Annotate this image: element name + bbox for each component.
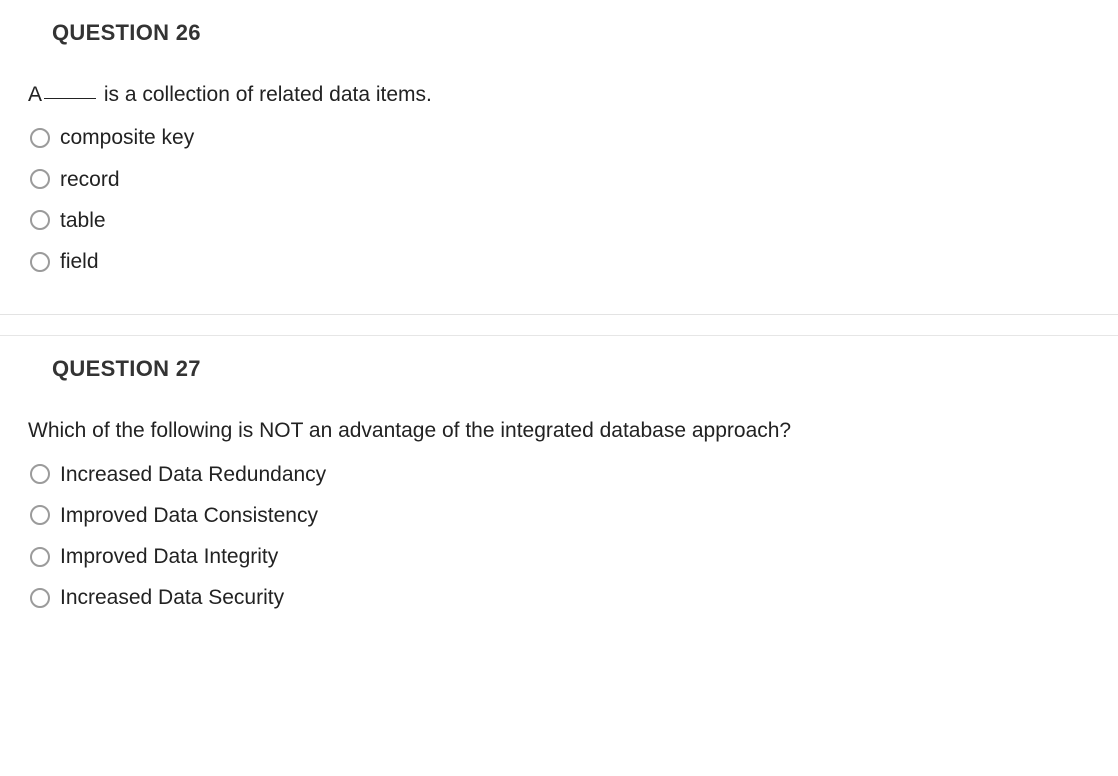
options-list: composite key record table field bbox=[30, 125, 1090, 274]
option-row[interactable]: field bbox=[30, 249, 1090, 274]
radio-icon[interactable] bbox=[30, 464, 50, 484]
option-row[interactable]: composite key bbox=[30, 125, 1090, 150]
question-block: QUESTION 26 A is a collection of related… bbox=[0, 0, 1118, 314]
option-row[interactable]: table bbox=[30, 208, 1090, 233]
option-row[interactable]: record bbox=[30, 167, 1090, 192]
option-label[interactable]: Increased Data Security bbox=[60, 585, 284, 610]
option-row[interactable]: Improved Data Consistency bbox=[30, 503, 1090, 528]
question-block: QUESTION 27 Which of the following is NO… bbox=[0, 336, 1118, 650]
prompt-prefix: Which of the following is NOT an advanta… bbox=[28, 419, 791, 442]
question-title: QUESTION 27 bbox=[52, 356, 1090, 382]
quiz-page: QUESTION 26 A is a collection of related… bbox=[0, 0, 1118, 650]
option-row[interactable]: Increased Data Security bbox=[30, 585, 1090, 610]
radio-icon[interactable] bbox=[30, 252, 50, 272]
radio-icon[interactable] bbox=[30, 128, 50, 148]
question-prompt: A is a collection of related data items. bbox=[28, 80, 1090, 109]
section-gap bbox=[0, 315, 1118, 336]
question-title: QUESTION 26 bbox=[52, 20, 1090, 46]
option-label[interactable]: Increased Data Redundancy bbox=[60, 462, 326, 487]
option-label[interactable]: composite key bbox=[60, 125, 194, 150]
radio-icon[interactable] bbox=[30, 588, 50, 608]
option-label[interactable]: Improved Data Integrity bbox=[60, 544, 278, 569]
radio-icon[interactable] bbox=[30, 547, 50, 567]
radio-icon[interactable] bbox=[30, 505, 50, 525]
option-label[interactable]: Improved Data Consistency bbox=[60, 503, 318, 528]
prompt-prefix: A bbox=[28, 83, 42, 106]
fill-blank bbox=[44, 98, 96, 99]
radio-icon[interactable] bbox=[30, 210, 50, 230]
question-prompt: Which of the following is NOT an advanta… bbox=[28, 416, 1090, 445]
option-row[interactable]: Increased Data Redundancy bbox=[30, 462, 1090, 487]
option-label[interactable]: table bbox=[60, 208, 106, 233]
option-label[interactable]: record bbox=[60, 167, 120, 192]
option-label[interactable]: field bbox=[60, 249, 99, 274]
option-row[interactable]: Improved Data Integrity bbox=[30, 544, 1090, 569]
prompt-suffix: is a collection of related data items. bbox=[98, 83, 432, 106]
options-list: Increased Data Redundancy Improved Data … bbox=[30, 462, 1090, 611]
radio-icon[interactable] bbox=[30, 169, 50, 189]
